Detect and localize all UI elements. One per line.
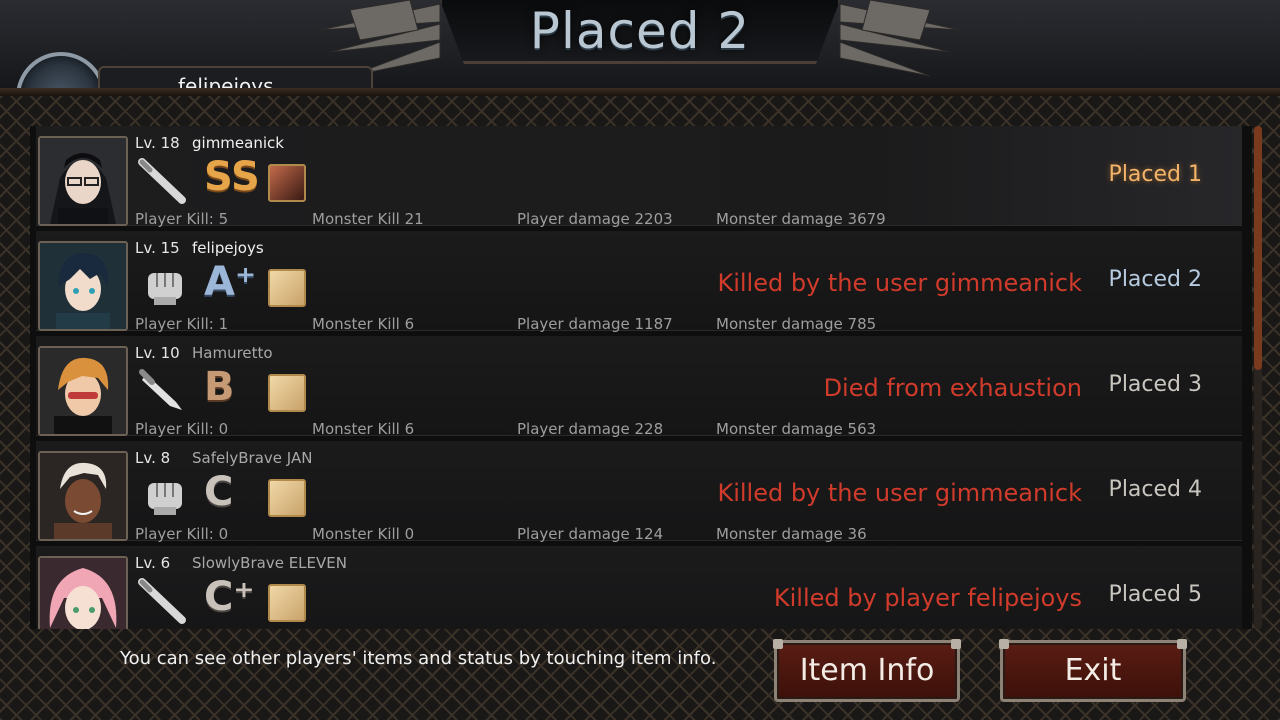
placement-label: Placed 4 — [1108, 477, 1202, 502]
grade-badge: A⁺ — [204, 259, 257, 305]
death-cause: Killed by player felipejoys — [773, 584, 1082, 612]
exit-button[interactable]: Exit — [999, 639, 1187, 702]
monster-damage: Monster damage 563 — [716, 420, 877, 438]
grade-badge: C⁺ — [204, 574, 255, 620]
monster-damage: Monster damage 3679 — [716, 210, 886, 228]
baseball-bat-icon[interactable] — [136, 576, 192, 628]
top-banner: Placed 2 felipejoys — [0, 0, 1280, 142]
wing-right-icon — [839, 0, 961, 77]
level-label: Lv. 18 — [135, 134, 180, 152]
player-name: gimmeanick — [192, 134, 284, 152]
grade-badge: B — [204, 364, 235, 410]
item-icon[interactable] — [268, 479, 306, 517]
grade-badge: C — [204, 469, 234, 515]
knife-icon[interactable] — [136, 366, 192, 418]
death-cause: Died from exhaustion — [823, 374, 1082, 402]
player-kill: Player Kill: 0 — [135, 525, 229, 543]
monster-kill: Monster Kill 0 — [312, 525, 415, 543]
grade-badge: SS — [204, 154, 260, 200]
avatar[interactable] — [38, 556, 128, 629]
item-icon[interactable] — [268, 584, 306, 622]
result-row[interactable]: Lv. 8 SafelyBrave JAN C Killed by the us… — [36, 441, 1242, 543]
result-row[interactable]: Lv. 18 gimmeanick SS Placed 1 Player Kil… — [36, 126, 1242, 228]
item-icon[interactable] — [268, 374, 306, 412]
player-name: Hamuretto — [192, 344, 273, 362]
placement-label: Placed 3 — [1108, 372, 1202, 397]
player-name: felipejoys — [192, 239, 264, 257]
placement-label: Placed 2 — [1108, 267, 1202, 292]
level-label: Lv. 6 — [135, 554, 171, 572]
level-label: Lv. 10 — [135, 344, 180, 362]
item-icon[interactable] — [268, 164, 306, 202]
player-name-plate: felipejoys — [98, 66, 373, 98]
death-cause: Killed by the user gimmeanick — [717, 269, 1082, 297]
list-scrollbar[interactable] — [1254, 126, 1262, 629]
avatar[interactable] — [38, 136, 128, 226]
player-damage: Player damage 1187 — [517, 315, 673, 333]
player-name: SafelyBrave JAN — [192, 449, 313, 467]
monster-kill: Monster Kill 21 — [312, 210, 424, 228]
results-list[interactable]: Lv. 18 gimmeanick SS Placed 1 Player Kil… — [30, 126, 1252, 629]
avatar[interactable] — [38, 241, 128, 331]
fist-icon[interactable] — [136, 261, 192, 313]
level-label: Lv. 8 — [135, 449, 171, 467]
placement-label: Placed 5 — [1108, 582, 1202, 607]
monster-damage: Monster damage 36 — [716, 525, 867, 543]
avatar[interactable] — [38, 346, 128, 436]
player-damage: Player damage 124 — [517, 525, 664, 543]
level-label: Lv. 15 — [135, 239, 180, 257]
player-name: felipejoys — [178, 74, 274, 98]
baseball-bat-icon[interactable] — [136, 156, 192, 208]
placement-label: Placed 1 — [1108, 162, 1202, 187]
player-kill: Player Kill: 1 — [135, 315, 229, 333]
result-row[interactable]: Lv. 6 SlowlyBrave ELEVEN C⁺ Killed by pl… — [36, 546, 1242, 629]
result-row[interactable]: Lv. 15 felipejoys A⁺ Killed by the user … — [36, 231, 1242, 333]
player-name: SlowlyBrave ELEVEN — [192, 554, 347, 572]
item-info-button[interactable]: Item Info — [773, 639, 961, 702]
item-icon[interactable] — [268, 269, 306, 307]
avatar[interactable] — [38, 451, 128, 541]
player-damage: Player damage 228 — [517, 420, 664, 438]
death-cause: Killed by the user gimmeanick — [717, 479, 1082, 507]
result-row[interactable]: Lv. 10 Hamuretto B Died from exhaustion … — [36, 336, 1242, 438]
player-kill: Player Kill: 5 — [135, 210, 229, 228]
hint-text: You can see other players' items and sta… — [120, 648, 717, 669]
player-kill: Player Kill: 0 — [135, 420, 229, 438]
monster-damage: Monster damage 785 — [716, 315, 877, 333]
monster-kill: Monster Kill 6 — [312, 420, 415, 438]
scrollbar-thumb[interactable] — [1254, 126, 1262, 370]
page-title: Placed 2 — [529, 2, 751, 60]
monster-kill: Monster Kill 6 — [312, 315, 415, 333]
player-damage: Player damage 2203 — [517, 210, 673, 228]
fist-icon[interactable] — [136, 471, 192, 523]
